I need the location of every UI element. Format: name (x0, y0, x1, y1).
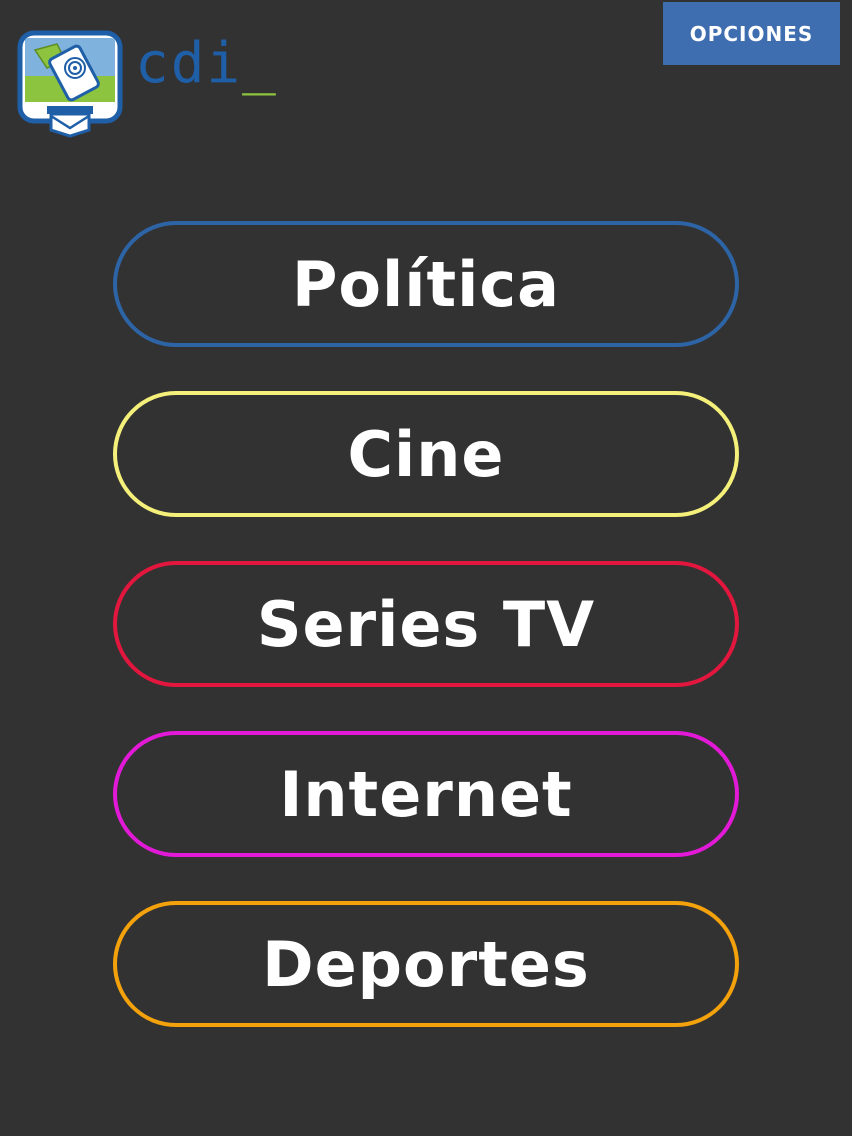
app-screen: cdi_ OPCIONES Política Cine Series TV In… (0, 0, 852, 1136)
category-button-cine[interactable]: Cine (113, 391, 739, 517)
logo-cursor: _ (242, 31, 278, 96)
category-button-series-tv[interactable]: Series TV (113, 561, 739, 687)
category-button-politica[interactable]: Política (113, 221, 739, 347)
cdi-logo: cdi_ (17, 30, 317, 140)
logo-word: cdi (135, 31, 243, 96)
cdi-logo-text: cdi_ (135, 36, 278, 92)
category-button-deportes[interactable]: Deportes (113, 901, 739, 1027)
category-menu: Política Cine Series TV Internet Deporte… (113, 221, 739, 1071)
category-button-internet[interactable]: Internet (113, 731, 739, 857)
cdi-logo-icon (17, 30, 123, 138)
options-button[interactable]: OPCIONES (663, 2, 840, 65)
